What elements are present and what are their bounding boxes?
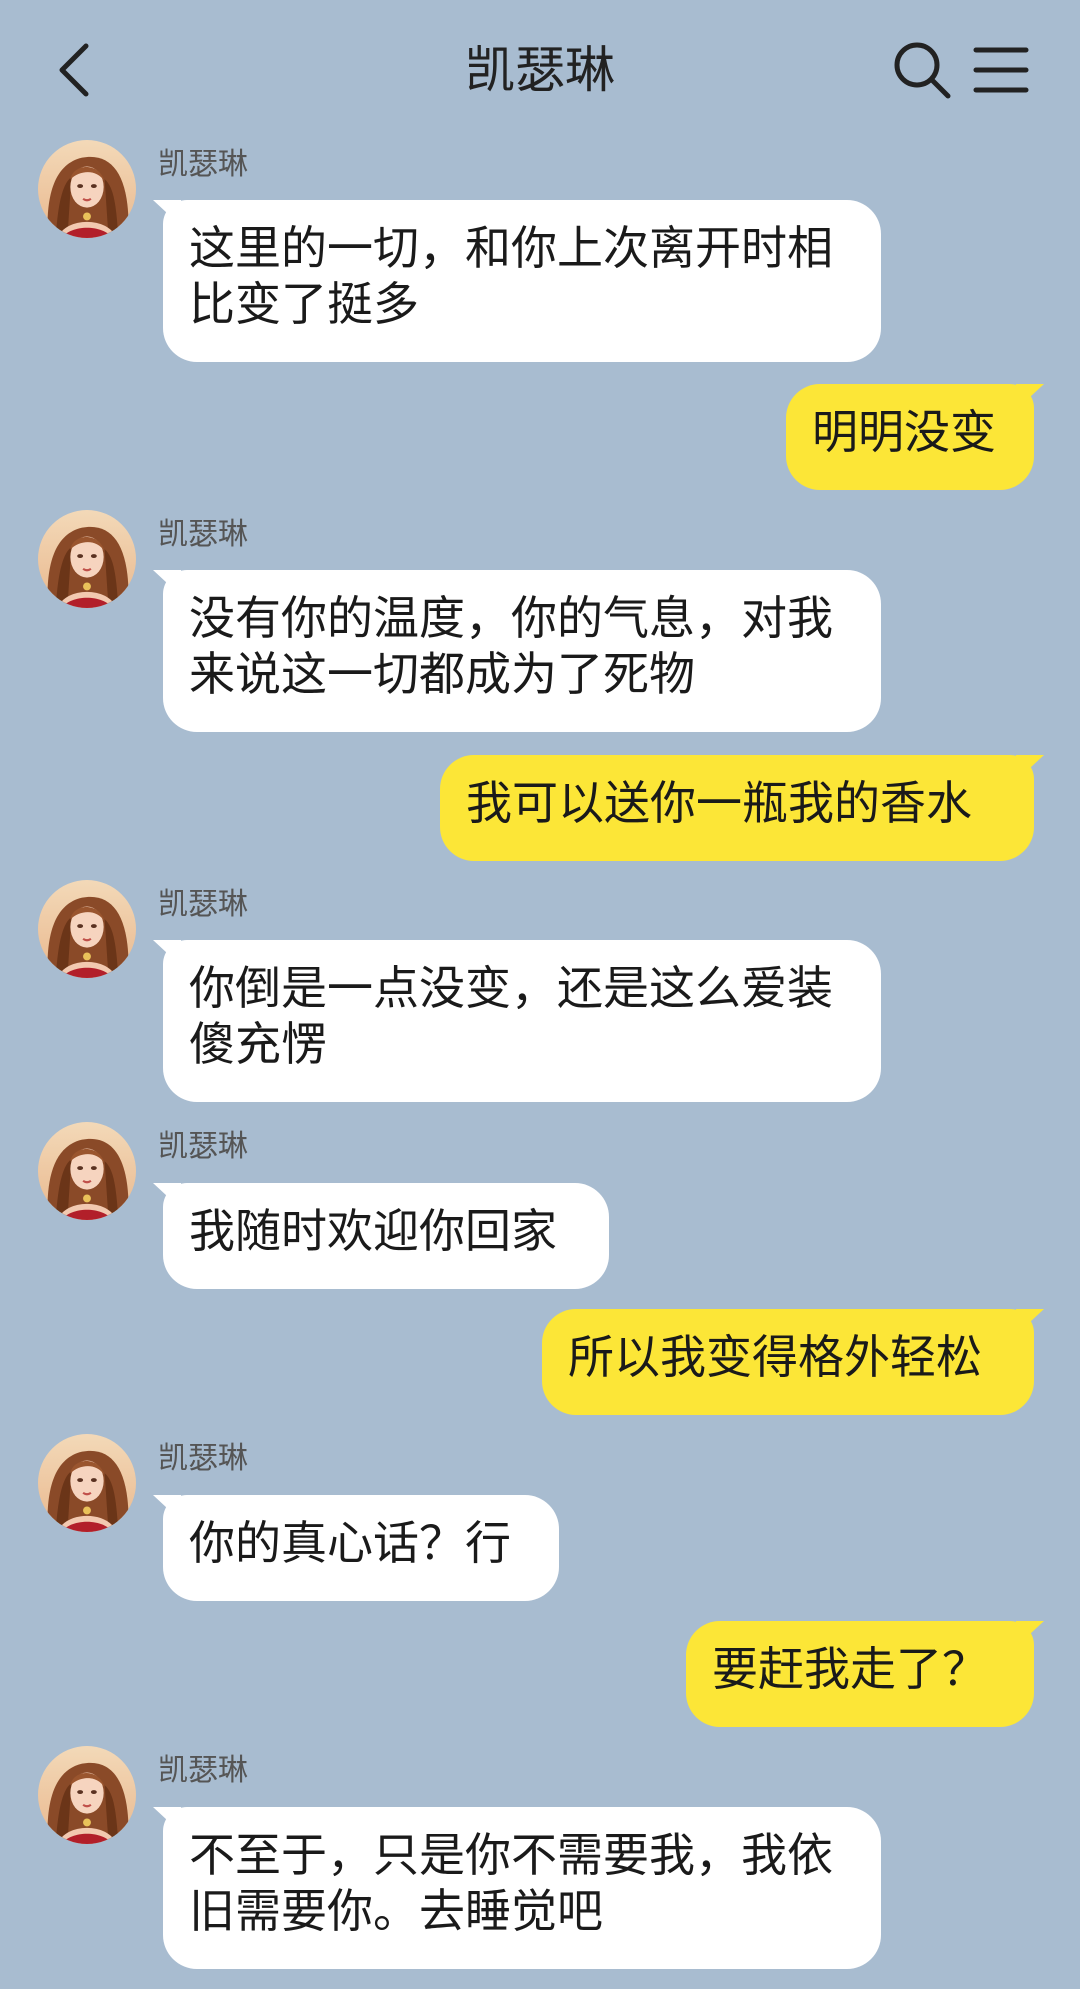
menu-button[interactable] bbox=[972, 40, 1030, 100]
avatar[interactable] bbox=[38, 140, 136, 238]
incoming-message-bubble[interactable]: 你倒是一点没变，还是这么爱装傻充愣 bbox=[163, 940, 881, 1102]
avatar[interactable] bbox=[38, 510, 136, 608]
incoming-message-bubble[interactable]: 我随时欢迎你回家 bbox=[163, 1183, 609, 1289]
sender-name: 凯瑟琳 bbox=[158, 517, 248, 552]
avatar[interactable] bbox=[38, 1746, 136, 1844]
outgoing-message-bubble[interactable]: 我可以送你一瓶我的香水 bbox=[440, 755, 1034, 861]
incoming-message-bubble[interactable]: 你的真心话？行 bbox=[163, 1495, 559, 1601]
sender-name: 凯瑟琳 bbox=[158, 1441, 248, 1476]
search-button[interactable] bbox=[890, 38, 954, 102]
incoming-message-bubble[interactable]: 不至于，只是你不需要我，我依旧需要你。去睡觉吧 bbox=[163, 1807, 881, 1969]
outgoing-message-bubble[interactable]: 所以我变得格外轻松 bbox=[542, 1309, 1034, 1415]
chat-header: 凯瑟琳 bbox=[0, 0, 1080, 140]
avatar[interactable] bbox=[38, 1122, 136, 1220]
menu-icon bbox=[973, 47, 1029, 93]
incoming-message-bubble[interactable]: 没有你的温度，你的气息，对我来说这一切都成为了死物 bbox=[163, 570, 881, 732]
search-icon bbox=[894, 42, 951, 99]
outgoing-message-bubble[interactable]: 明明没变 bbox=[786, 384, 1034, 490]
sender-name: 凯瑟琳 bbox=[158, 1129, 248, 1164]
incoming-message-bubble[interactable]: 这里的一切，和你上次离开时相比变了挺多 bbox=[163, 200, 881, 362]
outgoing-message-bubble[interactable]: 要赶我走了？ bbox=[686, 1621, 1034, 1727]
sender-name: 凯瑟琳 bbox=[158, 887, 248, 922]
sender-name: 凯瑟琳 bbox=[158, 147, 248, 182]
avatar[interactable] bbox=[38, 1434, 136, 1532]
avatar[interactable] bbox=[38, 880, 136, 978]
sender-name: 凯瑟琳 bbox=[158, 1753, 248, 1788]
